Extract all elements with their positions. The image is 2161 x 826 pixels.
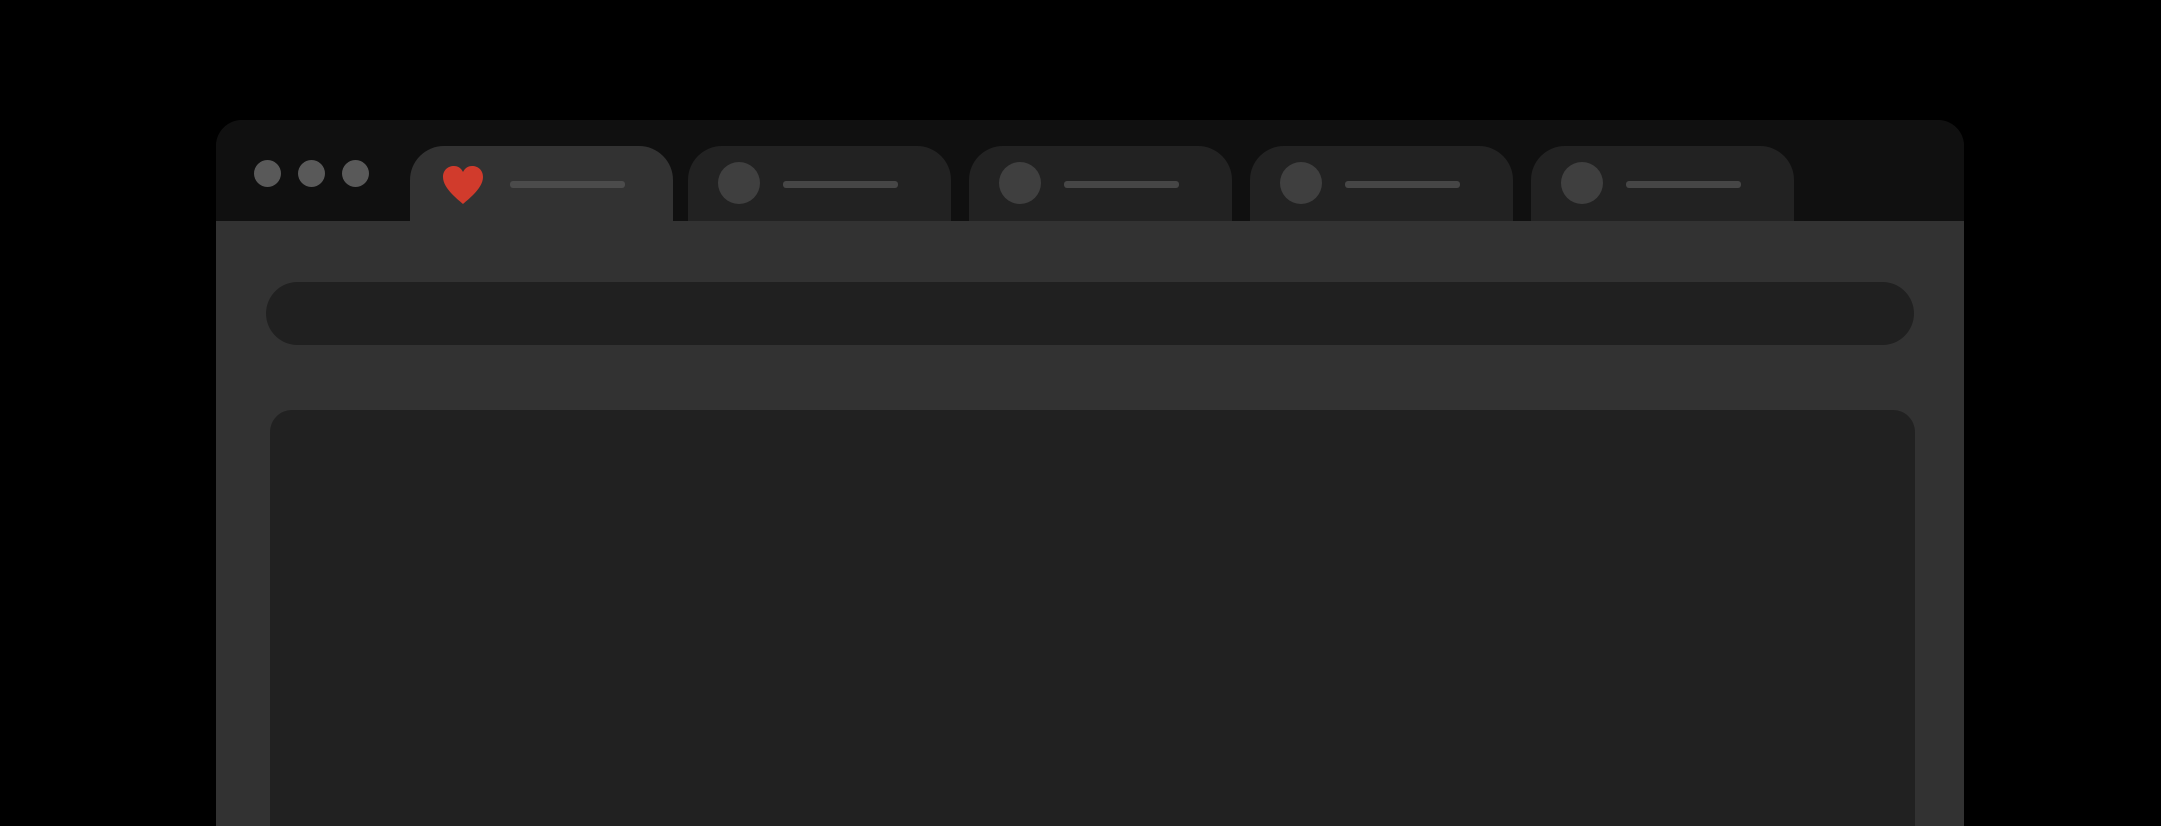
- address-bar[interactable]: [266, 282, 1914, 345]
- window-close-button[interactable]: [254, 160, 281, 187]
- tab-title-placeholder: [510, 181, 625, 188]
- title-bar: [216, 120, 1964, 224]
- tab-5[interactable]: [1531, 146, 1794, 224]
- tab-3[interactable]: [969, 146, 1232, 224]
- browser-content: [216, 221, 1964, 826]
- tab-title-placeholder: [1064, 181, 1179, 188]
- window-minimize-button[interactable]: [298, 160, 325, 187]
- tab-title-placeholder: [1345, 181, 1460, 188]
- tab-4[interactable]: [1250, 146, 1513, 224]
- tab-favicon-icon: [718, 162, 760, 204]
- tab-title-placeholder: [1626, 181, 1741, 188]
- tab-favicon-icon: [999, 162, 1041, 204]
- heart-icon: [443, 166, 483, 204]
- tab-2[interactable]: [688, 146, 951, 224]
- tab-favicon-icon: [1280, 162, 1322, 204]
- tab-1[interactable]: [410, 146, 673, 224]
- tab-title-placeholder: [783, 181, 898, 188]
- page-viewport[interactable]: [270, 410, 1915, 826]
- browser-window: [216, 120, 1964, 826]
- tab-favicon-icon: [1561, 162, 1603, 204]
- window-maximize-button[interactable]: [342, 160, 369, 187]
